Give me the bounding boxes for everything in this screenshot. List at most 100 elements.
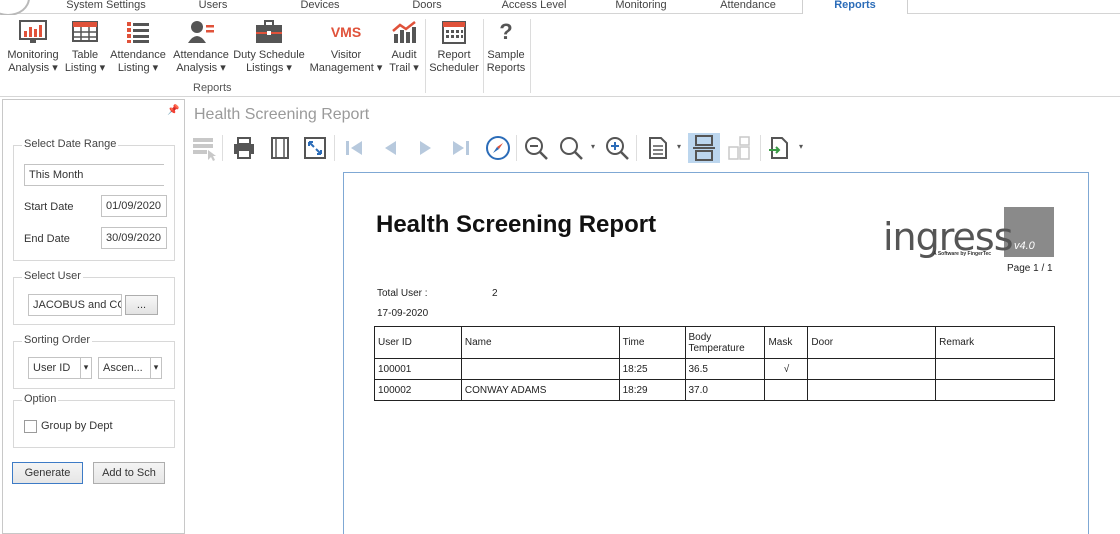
page-view-dropdown-icon[interactable]: ▾ <box>677 142 681 151</box>
audit-chart-icon <box>392 21 416 43</box>
ribbon-label-line2: Analysis ▾ <box>8 61 58 74</box>
sort-direction-value: Ascen... <box>103 362 143 374</box>
export-dropdown-icon[interactable]: ▾ <box>799 142 803 151</box>
page-setup-icon[interactable] <box>266 133 294 163</box>
group-by-dept-label: Group by Dept <box>41 420 113 432</box>
parameters-toggle-icon[interactable] <box>190 133 218 163</box>
sorting-order-legend: Sorting Order <box>22 334 93 346</box>
start-date-label: Start Date <box>24 201 74 213</box>
multiple-pages-icon[interactable] <box>726 133 754 163</box>
visitor-management-button[interactable]: VMS Visitor Management ▾ <box>308 19 384 81</box>
tab-monitoring[interactable]: Monitoring <box>606 0 676 13</box>
report-date: 17-09-2020 <box>377 308 429 319</box>
pin-icon[interactable]: 📌 <box>167 105 179 116</box>
zoom-in-icon[interactable] <box>603 133 631 163</box>
ribbon: Monitoring Analysis ▾ Table Listing ▾ At… <box>0 15 1120 97</box>
ribbon-label-line1: Monitoring <box>7 49 59 61</box>
tab-access-level[interactable]: Access Level <box>496 0 572 13</box>
navigate-compass-icon[interactable] <box>484 133 512 163</box>
column-header: Mask <box>764 326 809 359</box>
duty-schedule-listings-button[interactable]: Duty Schedule Listings ▾ <box>232 19 306 81</box>
table-grid-icon <box>72 21 98 42</box>
start-date-field[interactable]: 01/09/2020 <box>101 195 167 217</box>
tab-users[interactable]: Users <box>188 0 238 13</box>
attendance-listing-button[interactable]: Attendance Listing ▾ <box>108 19 168 81</box>
date-preset-field[interactable]: This Month <box>24 164 164 186</box>
sort-field-select[interactable]: User ID ▾ <box>28 357 92 379</box>
table-cell <box>460 358 620 380</box>
table-cell: 100001 <box>374 358 462 380</box>
briefcase-icon <box>256 20 282 43</box>
first-page-icon[interactable] <box>340 133 368 163</box>
ribbon-label-line1: Table <box>71 49 99 61</box>
total-user-label: Total User : <box>377 288 428 299</box>
ribbon-label-line1: Attendance <box>173 49 229 61</box>
ribbon-label-line1: Sample <box>487 49 525 61</box>
print-icon[interactable] <box>230 133 258 163</box>
previous-page-icon[interactable] <box>376 133 404 163</box>
selected-user-field[interactable]: JACOBUS and CO <box>28 294 122 316</box>
table-header-row: User ID Name Time Body Temperature Mask … <box>374 326 1055 359</box>
tab-reports[interactable]: Reports <box>802 0 908 14</box>
table-cell <box>935 358 1055 380</box>
option-legend: Option <box>22 393 59 405</box>
group-by-dept-checkbox[interactable] <box>24 420 37 433</box>
table-listing-button[interactable]: Table Listing ▾ <box>64 19 106 81</box>
column-header: Time <box>618 326 686 359</box>
ribbon-label-line2: Reports <box>486 61 526 74</box>
zoom-dropdown-icon[interactable]: ▾ <box>591 142 595 151</box>
browse-user-button[interactable]: ... <box>125 295 158 315</box>
chevron-down-icon[interactable]: ▾ <box>150 358 161 378</box>
zoom-out-icon[interactable] <box>522 133 550 163</box>
tab-doors[interactable]: Doors <box>404 0 450 13</box>
generate-button[interactable]: Generate <box>12 462 83 484</box>
option-group: Option Group by Dept <box>13 393 175 448</box>
date-range-legend: Select Date Range <box>22 138 119 150</box>
ribbon-label-line2: Listing ▾ <box>64 61 106 74</box>
report-scheduler-button[interactable]: Report Scheduler <box>428 19 480 81</box>
app-menu-button[interactable] <box>0 0 30 16</box>
ribbon-label-line1: Audit <box>391 49 417 61</box>
total-user-value: 2 <box>492 288 498 299</box>
zoom-icon[interactable] <box>557 133 585 163</box>
end-date-field[interactable]: 30/09/2020 <box>101 227 167 249</box>
attendance-analysis-button[interactable]: Attendance Analysis ▾ <box>170 19 232 81</box>
list-icon <box>127 22 149 43</box>
sort-direction-select[interactable]: Ascen... ▾ <box>98 357 162 379</box>
select-user-legend: Select User <box>22 270 83 282</box>
sample-reports-button[interactable]: ? Sample Reports <box>484 19 528 81</box>
tab-devices[interactable]: Devices <box>290 0 350 13</box>
column-header: Door <box>807 326 937 359</box>
table-cell: 18:25 <box>618 358 686 380</box>
fit-window-icon[interactable] <box>301 133 329 163</box>
ribbon-label-line2: Analysis ▾ <box>176 61 226 74</box>
toolbar-separator <box>636 135 637 161</box>
tab-attendance[interactable]: Attendance <box>712 0 784 13</box>
chevron-down-icon[interactable]: ▾ <box>80 358 91 378</box>
page-view-icon[interactable] <box>644 133 672 163</box>
continuous-scroll-icon[interactable] <box>688 133 720 163</box>
ribbon-label-line1: Report <box>437 49 471 61</box>
tab-system-settings[interactable]: System Settings <box>60 0 152 13</box>
ribbon-label-line1: Duty Schedule <box>233 49 305 61</box>
report-table: User ID Name Time Body Temperature Mask … <box>374 326 1055 401</box>
table-cell <box>764 379 809 401</box>
last-page-icon[interactable] <box>447 133 475 163</box>
table-cell: 18:29 <box>618 379 686 401</box>
sorting-order-group: Sorting Order User ID ▾ Ascen... ▾ <box>13 334 175 389</box>
table-cell: CONWAY ADAMS <box>460 379 620 401</box>
monitoring-analysis-button[interactable]: Monitoring Analysis ▾ <box>2 19 64 81</box>
audit-trail-button[interactable]: Audit Trail ▾ <box>386 19 422 81</box>
date-range-group: Select Date Range This Month Start Date … <box>13 138 175 261</box>
sort-field-value: User ID <box>33 362 71 374</box>
person-list-icon <box>188 21 214 43</box>
export-icon[interactable] <box>765 133 793 163</box>
report-title: Health Screening Report <box>376 211 657 238</box>
toolbar-separator <box>516 135 517 161</box>
ribbon-label-line1: Attendance <box>110 49 166 61</box>
toolbar-separator <box>334 135 335 161</box>
question-icon: ? <box>499 19 513 44</box>
add-to-schedule-button[interactable]: Add to Sch <box>93 462 165 484</box>
column-header: Body Temperature <box>684 326 766 359</box>
next-page-icon[interactable] <box>412 133 440 163</box>
